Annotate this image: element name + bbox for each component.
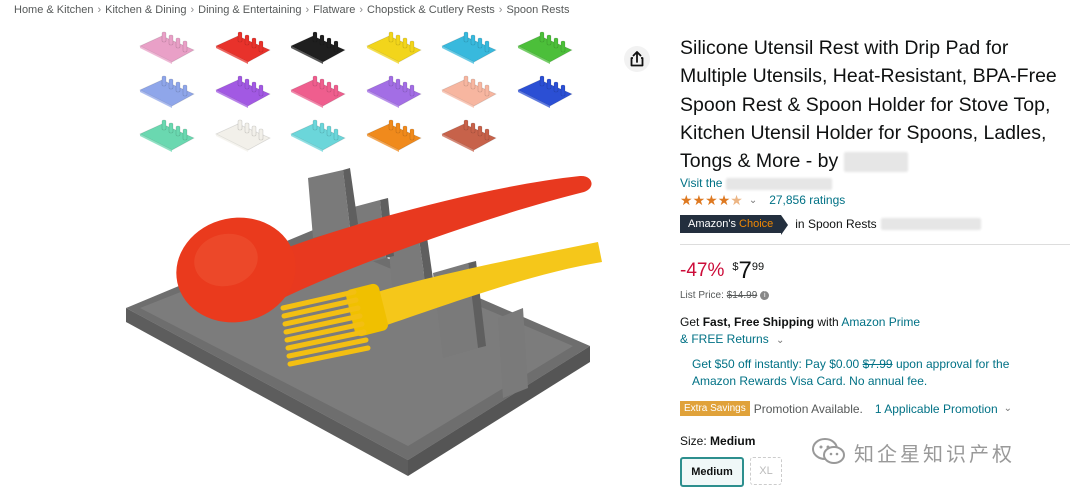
breadcrumb-separator-icon: › [190,4,195,16]
watermark: 知企星知识产权 [812,437,1015,467]
info-icon[interactable]: i [760,290,770,300]
prime-link[interactable]: Amazon Prime [841,315,920,329]
price-fraction: 99 [751,261,765,273]
breadcrumb-separator-icon: › [305,4,310,16]
extra-savings-badge: Extra Savings [680,401,750,416]
shipping-info: Get Fast, Free Shipping with Amazon Prim… [680,315,921,346]
star-icon: ★ [717,192,731,208]
size-label: Size: Medium [680,434,756,448]
amazons-choice-badge: Amazon's Choice [680,215,789,235]
chevron-down-icon[interactable]: ⌄ [1004,403,1012,414]
color-swatch[interactable] [365,74,423,108]
product-title: Silicone Utensil Rest with Drip Pad for … [680,37,1057,173]
breadcrumb-separator-icon: › [498,4,503,16]
color-swatch[interactable] [214,30,272,64]
choice-category[interactable]: in Spoon Rests [795,217,876,231]
color-swatch[interactable] [214,118,272,152]
star-half-icon: ★ [730,192,743,208]
redacted-brand [843,152,908,173]
color-swatch[interactable] [516,74,574,108]
applicable-promotion-link[interactable]: 1 Applicable Promotion [875,402,998,416]
price-whole: 7 [738,257,752,284]
discount-percent: -47% [680,260,725,281]
breadcrumb-item[interactable]: Flatware [313,4,355,16]
breadcrumb-item[interactable]: Kitchen & Dining [105,4,186,16]
star-icon: ★ [680,192,693,208]
breadcrumb-item[interactable]: Chopstick & Cutlery Rests [367,4,495,16]
ratings-count-link[interactable]: 27,856 ratings [769,193,845,207]
redacted-store [725,177,832,190]
color-swatch[interactable] [289,118,347,152]
card-promo[interactable]: Get $50 off instantly: Pay $0.00 $7.99 u… [692,356,1052,390]
color-swatch[interactable] [365,118,423,152]
color-swatch[interactable] [214,74,272,108]
chevron-down-icon[interactable]: ⌄ [776,335,784,346]
size-options: Medium XL [680,457,788,487]
color-swatch[interactable] [365,30,423,64]
color-swatch[interactable] [516,30,574,64]
breadcrumb-separator-icon: › [97,4,102,16]
star-icon: ★ [705,192,718,208]
price-block: -47% $ 7 99 [680,258,764,284]
free-returns-link[interactable]: & FREE Returns [680,332,769,346]
promotion-available: Promotion Available. [753,401,863,416]
color-swatch[interactable] [440,118,498,152]
breadcrumb-item[interactable]: Dining & Entertaining [198,4,301,16]
color-swatch[interactable] [289,30,347,64]
breadcrumb-item[interactable]: Spoon Rests [506,4,569,16]
size-option-xl[interactable]: XL [750,457,782,485]
chevron-down-icon[interactable]: ⌄ [749,195,757,206]
color-swatch[interactable] [138,30,196,64]
breadcrumb-item[interactable]: Home & Kitchen [14,4,93,16]
breadcrumb-separator-icon: › [359,4,364,16]
divider [680,244,1070,245]
share-icon[interactable] [624,46,650,72]
list-price: List Price: $14.99 i [680,290,770,301]
store-link[interactable]: Visit the [680,176,832,190]
choice-row: Amazon's Choice in Spoon Rests [680,215,981,235]
color-swatch[interactable] [138,118,196,152]
savings-row: Extra Savings Promotion Available. 1 App… [680,401,1012,416]
redacted-text [880,218,981,230]
breadcrumb: Home & Kitchen › Kitchen & Dining › Dining &… [14,4,569,16]
star-icon: ★ [692,192,706,208]
star-rating[interactable]: ★ ★ ★ ★ ★ [680,193,743,207]
wechat-icon [812,438,845,464]
color-swatch[interactable] [138,74,196,108]
color-swatch[interactable] [440,30,498,64]
color-swatch[interactable] [440,74,498,108]
rating-row: ★ ★ ★ ★ ★ ⌄ 27,856 ratings [680,193,845,207]
size-option-medium[interactable]: Medium [680,457,744,487]
color-swatch[interactable] [289,74,347,108]
product-main-image[interactable] [118,158,618,498]
